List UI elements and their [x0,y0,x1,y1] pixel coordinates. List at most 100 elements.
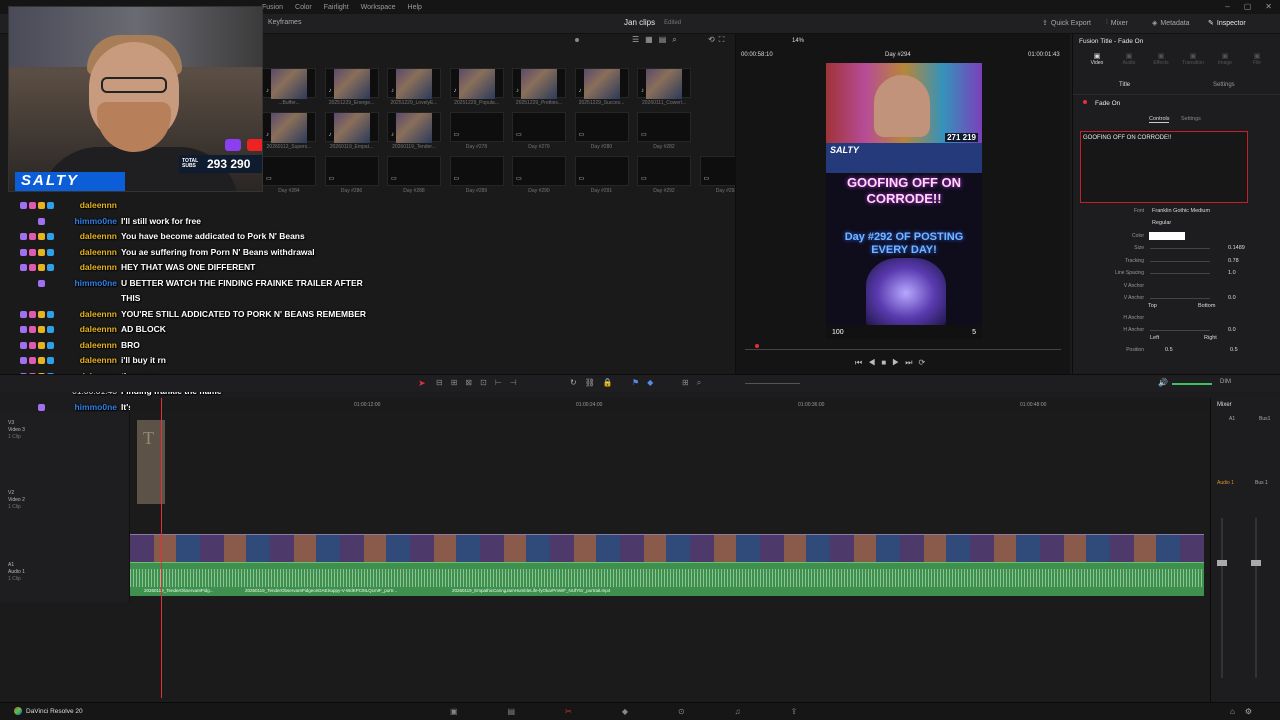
fader-a1[interactable] [1217,560,1227,566]
scrub-handle[interactable] [755,344,759,348]
media-thumbnail[interactable]: ♪ [262,112,316,143]
media-thumbnail[interactable]: ▭ [637,112,691,142]
menu-item-fairlight[interactable]: Fairlight [324,4,349,11]
title-text-input[interactable]: GOOFING OFF ON CORRODE!! [1080,131,1248,203]
media-thumbnail[interactable]: ♪ [449,68,504,99]
v-justify-slider[interactable] [1150,298,1210,299]
size-label: Size [1134,245,1144,251]
viewer-clip-name[interactable]: Day #294 [885,52,911,58]
size-value[interactable]: 0.1489 [1228,245,1245,251]
selection-tool-icon[interactable]: ➤ [418,378,426,389]
zoom-icons[interactable]: ⊞⌕ [682,378,709,388]
playhead[interactable] [161,398,162,698]
controls-tab[interactable]: Controls [1149,116,1170,123]
media-thumbnail[interactable]: ♪ [574,68,629,99]
media-thumbnail[interactable]: ♪ [387,68,441,99]
font-value[interactable]: Franklin Gothic Medium [1152,208,1210,214]
media-thumbnail[interactable]: ▭ [637,156,691,186]
volume-icon[interactable]: 🔊 [1158,378,1168,387]
media-thumbnail[interactable]: ▭ [512,156,566,186]
media-thumbnail[interactable]: ♪ [324,112,379,143]
subtab-settings[interactable]: Settings [1213,82,1235,88]
inspector-tab-video[interactable]: ▣ Video [1083,52,1111,66]
inspector-tab-file[interactable]: ▣ File [1243,52,1271,66]
track-header-v2[interactable]: V2 Video 21 Clip [8,490,25,511]
chat-text: You have become addicated to Pork N' Bea… [121,231,305,241]
status-bar: DaVinci Resolve 20 ▣▤✂◆⊙♫⇪ ⌂⚙ [0,702,1280,720]
dim-button[interactable]: DIM [1220,379,1231,385]
h-justify-slider[interactable] [1150,330,1210,331]
inspector-tab-transition[interactable]: ▣ Transition [1179,52,1207,66]
thumb-size-slider[interactable] [575,38,579,42]
home-settings-icons[interactable]: ⌂⚙ [1230,707,1262,716]
inspector-tab-audio[interactable]: ▣ Audio [1115,52,1143,66]
font-style-value[interactable]: Regular [1152,220,1171,226]
quick-export-button[interactable]: ⇪ Quick Export [1042,19,1091,28]
h-right-label[interactable]: Right [1204,335,1217,341]
subtab-title[interactable]: Title [1119,82,1130,88]
media-thumbnail[interactable]: ▭ [387,156,441,186]
badge-icon [38,233,45,240]
media-thumbnail[interactable]: ▭ [512,112,566,142]
badge-icon [38,357,45,364]
position-x-value[interactable]: 0.5 [1165,347,1173,353]
media-thumbnail[interactable]: ▭ [262,156,316,186]
media-thumbnail[interactable]: ▭ [574,112,629,142]
tracking-slider[interactable] [1150,261,1210,262]
edit-tools-icons[interactable]: ⊟⊞⊠⊡⊢⊣ [436,378,525,387]
snap-link-icons[interactable]: ↻⛓🔒 [570,378,621,387]
media-thumbnail[interactable]: ▭ [449,112,504,142]
video-clip-icon: ▭ [391,176,397,182]
menu-item-fusion[interactable]: Fusion [262,4,283,11]
v-bottom-label[interactable]: Bottom [1198,303,1215,309]
h-left-label[interactable]: Left [1150,335,1159,341]
transport-controls[interactable]: ⏮◀■▶⏭⟳ [855,358,931,368]
flag-marker-icons[interactable]: ⚑◆ [632,378,661,387]
fader-bus1[interactable] [1251,560,1261,566]
inspector-button[interactable]: ✎ Inspector [1208,19,1246,28]
video-clip-track[interactable] [130,534,1204,562]
line-spacing-value[interactable]: 1.0 [1228,270,1236,276]
size-slider[interactable] [1150,248,1210,249]
minimize-button[interactable]: – [1225,2,1229,11]
close-button[interactable]: ✕ [1265,2,1272,11]
maximize-button[interactable]: ▢ [1244,2,1252,11]
menu-item-help[interactable]: Help [408,4,422,11]
effect-enable-dot[interactable] [1083,100,1087,104]
metadata-button[interactable]: ◈ Metadata [1152,19,1190,28]
menu-item-workspace[interactable]: Workspace [361,4,396,11]
v-justify-value[interactable]: 0.0 [1228,295,1236,301]
scrub-bar[interactable] [745,349,1061,350]
media-thumbnail[interactable]: ▭ [574,156,629,186]
h-justify-value[interactable]: 0.0 [1228,327,1236,333]
tracking-value[interactable]: 0.78 [1228,258,1239,264]
v-top-label[interactable]: Top [1148,303,1157,309]
timeline-zoom-slider[interactable] [745,383,800,384]
position-y-value[interactable]: 0.5 [1230,347,1238,353]
timeline-ruler[interactable]: 01:00:12:00 01:00:24:00 01:00:36:00 01:00:4… [130,398,1210,412]
mixer-button[interactable]: ⫶ Mixer [1106,19,1128,27]
inspector-tab-image[interactable]: ▣ Image [1211,52,1239,66]
media-thumbnail[interactable]: ▭ [324,156,379,186]
track-header-v3[interactable]: V3 Video 31 Clip [8,420,25,441]
media-thumbnail[interactable]: ▭ [449,156,504,186]
media-thumbnail[interactable]: ♪ [262,68,316,99]
view-mode-icons[interactable]: ☰▦▤⌕ [632,35,683,45]
volume-slider[interactable] [1172,383,1212,385]
page-tabs[interactable]: ▣▤✂◆⊙♫⇪ [450,707,847,716]
track-headers: V3 Video 31 Clip V2 Video 21 Clip A1 Audio 11… [0,412,130,602]
media-thumbnail[interactable]: ♪ [324,68,379,99]
media-thumbnail[interactable]: ♪ [637,68,691,99]
color-swatch[interactable] [1149,232,1185,240]
settings-tab[interactable]: Settings [1181,116,1201,122]
line-spacing-slider[interactable] [1150,273,1210,274]
zoom-level[interactable]: 14% [792,38,804,44]
media-thumbnail[interactable]: ♪ [387,112,441,143]
media-thumbnail[interactable]: ♪ [512,68,566,99]
track-header-a1[interactable]: A1 Audio 11 Clip [8,562,25,583]
audio-tab-icon: ▣ [1125,53,1133,60]
inspector-tab-effects[interactable]: ▣ Effects [1147,52,1175,66]
keyframes-button[interactable]: Keyframes [268,19,301,26]
options-icons[interactable]: ⟲⛶ [708,35,728,45]
menu-item-color[interactable]: Color [295,4,312,11]
